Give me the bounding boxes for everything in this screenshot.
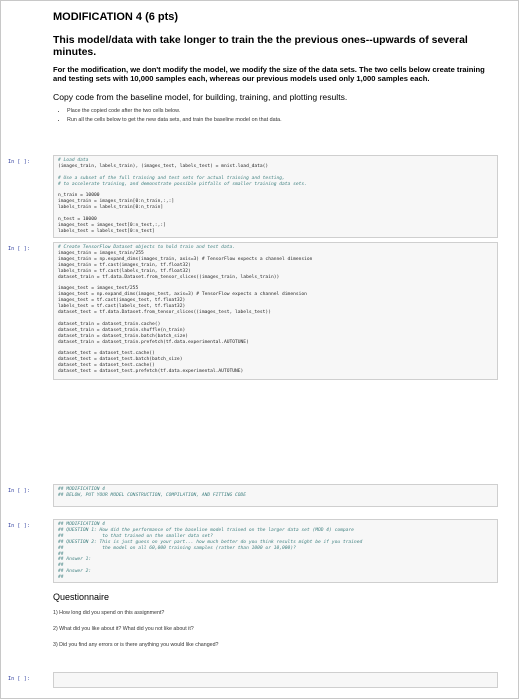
instruction-text: Copy code from the baseline model, for b… xyxy=(53,92,348,103)
description-paragraph: For the modification, we don't modify th… xyxy=(53,65,485,83)
code-cell-questions[interactable]: ## MODIFICATION 4 ## QUESTION 1: How did … xyxy=(53,519,498,583)
subtitle-text: This model/data with take longer to trai… xyxy=(53,34,468,58)
cell-prompt: In [ ]: xyxy=(8,246,30,252)
code-line: labels_test = labels_test[0:n_test] xyxy=(58,228,155,234)
bullet-item: Run all the cells below to get the new d… xyxy=(67,117,498,124)
code-line: ## BELOW, PUT YOUR MODEL CONSTRUCTION, C… xyxy=(58,492,247,498)
code-line: dataset_test = dataset_test.prefetch(tf.… xyxy=(58,369,244,375)
code-cell-model-construction[interactable]: ## MODIFICATION 4 ## BELOW, PUT YOUR MODE… xyxy=(53,484,498,507)
markdown-cell-header: MODIFICATION 4 (6 pts) This model/data w… xyxy=(53,11,498,126)
questionnaire-title: Questionnaire xyxy=(53,592,110,602)
markdown-cell-questionnaire: Questionnaire 1) How long did you spend … xyxy=(53,592,498,658)
section-title: MODIFICATION 4 (6 pts) xyxy=(53,11,179,23)
code-cell-load-data[interactable]: # Load data (images_train, labels_train),… xyxy=(53,155,498,238)
cell-prompt: In [ ]: xyxy=(8,523,30,529)
cell-prompt: In [ ]: xyxy=(8,159,30,165)
code-line: ## xyxy=(58,575,64,581)
code-cell-create-dataset[interactable]: # Create TensorFlow Dataset objects to h… xyxy=(53,242,498,380)
instruction-bullets: Place the copied code after the two cell… xyxy=(53,108,498,124)
code-cell-empty[interactable] xyxy=(53,672,498,688)
cell-prompt: In [ ]: xyxy=(8,676,30,682)
question-item: 3) Did you find any errors or is there a… xyxy=(53,642,219,648)
question-item: 2) What did you like about it? What did … xyxy=(53,626,194,632)
cell-prompt: In [ ]: xyxy=(8,488,30,494)
bullet-item: Place the copied code after the two cell… xyxy=(67,108,498,115)
question-item: 1) How long did you spend on this assign… xyxy=(53,610,165,616)
